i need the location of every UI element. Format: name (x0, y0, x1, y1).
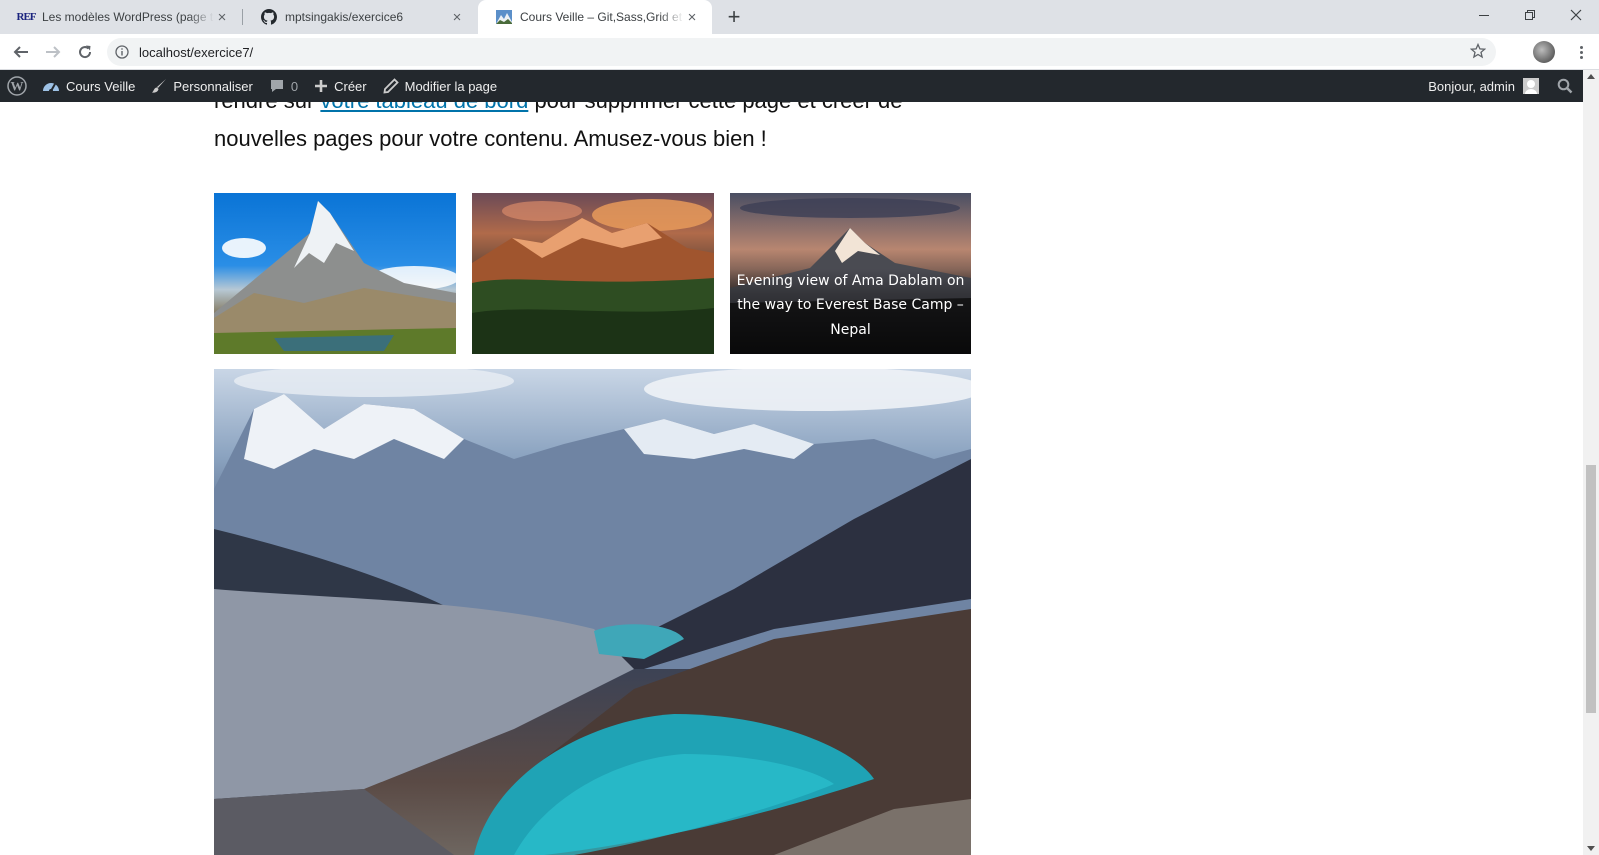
close-tab-button[interactable]: × (449, 9, 465, 26)
mountain-lake-image (214, 369, 971, 855)
tab-wordpress-templates[interactable]: REF Les modèles WordPress (page te × (0, 0, 242, 34)
edit-page-link[interactable]: Modifier la page (375, 70, 506, 102)
greeting-text: Bonjour, admin (1428, 78, 1515, 94)
scroll-down-arrow-icon[interactable] (1587, 846, 1595, 851)
dashboard-gauge-icon (42, 78, 60, 94)
bookmark-star-icon[interactable] (1469, 42, 1487, 64)
admin-search-button[interactable] (1547, 70, 1583, 102)
close-tab-button[interactable]: × (214, 9, 230, 26)
address-bar[interactable]: localhost/exercice7/ (107, 38, 1496, 66)
gallery-image-gokyo-lake[interactable] (214, 369, 971, 855)
tab-cours-veille[interactable]: Cours Veille – Git,Sass,Grid et Th × (478, 0, 712, 34)
browser-toolbar: localhost/exercice7/ (0, 34, 1599, 70)
wp-admin-bar: W Cours Veille Personnaliser 0 Créer Mod… (0, 70, 1583, 102)
customize-label: Personnaliser (173, 78, 253, 94)
ref-favicon-icon: REF (16, 11, 37, 23)
comment-bubble-icon (269, 78, 285, 94)
plus-icon (314, 79, 328, 93)
mountain-image (472, 199, 714, 354)
close-icon (1570, 9, 1582, 21)
site-name: Cours Veille (66, 78, 136, 94)
search-icon (1557, 78, 1573, 94)
tab-title: Les modèles WordPress (page te (42, 10, 214, 24)
new-content-label: Créer (334, 78, 367, 94)
comments-link[interactable]: 0 (261, 70, 306, 102)
browser-tab-strip: REF Les modèles WordPress (page te × mpt… (0, 0, 1599, 34)
intro-paragraph: rendre sur votre tableau de bord pour su… (214, 102, 974, 158)
page-scrollbar[interactable] (1583, 70, 1599, 855)
pencil-icon (383, 78, 399, 94)
customize-link[interactable]: Personnaliser (143, 70, 261, 102)
user-avatar (1523, 78, 1539, 94)
edit-page-label: Modifier la page (404, 78, 498, 94)
tab-title: mptsingakis/exercice6 (285, 10, 404, 24)
profile-avatar[interactable] (1533, 41, 1555, 63)
page-content: rendre sur votre tableau de bord pour su… (0, 102, 1583, 855)
para-text: rendre sur (214, 102, 320, 113)
gallery-image-everest[interactable] (472, 193, 714, 354)
url-text: localhost/exercice7/ (139, 44, 254, 60)
svg-text:W: W (11, 79, 24, 94)
comments-count: 0 (290, 78, 299, 94)
gallery-image-ama-dablam[interactable]: Evening view of Ama Dablam on the way to… (730, 193, 971, 354)
browser-menu-button[interactable] (1571, 42, 1591, 62)
my-account-menu[interactable]: Bonjour, admin (1420, 70, 1547, 102)
dashboard-link[interactable]: votre tableau de bord (320, 102, 528, 113)
wordpress-logo-icon: W (7, 76, 27, 96)
scroll-up-arrow-icon[interactable] (1587, 74, 1595, 79)
github-icon (261, 9, 277, 25)
minimize-button[interactable] (1461, 0, 1507, 30)
wp-logo-button[interactable]: W (0, 70, 34, 102)
paintbrush-icon (151, 78, 167, 94)
back-button[interactable] (7, 38, 35, 66)
tab-title: Cours Veille – Git,Sass,Grid et Th (520, 10, 684, 24)
info-icon[interactable] (107, 45, 137, 59)
para-text: nouvelles pages pour votre contenu. Amus… (214, 126, 767, 151)
tab-github[interactable]: mptsingakis/exercice6 × (243, 0, 477, 34)
minimize-icon (1478, 14, 1489, 16)
reload-button[interactable] (71, 38, 99, 66)
restore-button[interactable] (1507, 0, 1553, 30)
arrow-right-icon (46, 46, 61, 58)
new-content-menu[interactable]: Créer (306, 70, 375, 102)
gallery-image-matterhorn[interactable] (214, 193, 456, 354)
close-tab-button[interactable]: × (684, 9, 700, 26)
para-text: pour supprimer cette page et créer de (528, 102, 902, 113)
site-name-menu[interactable]: Cours Veille (34, 70, 143, 102)
close-window-button[interactable] (1553, 0, 1599, 30)
arrow-left-icon (13, 46, 28, 58)
mountain-image (214, 201, 456, 354)
reload-icon (79, 45, 92, 59)
forward-button[interactable] (39, 38, 67, 66)
gallery-caption: Evening view of Ama Dablam on the way to… (730, 268, 971, 354)
restore-icon (1524, 9, 1535, 20)
mountain-favicon-icon (496, 9, 512, 25)
scrollbar-thumb[interactable] (1586, 465, 1596, 713)
new-tab-button[interactable]: + (722, 4, 746, 29)
